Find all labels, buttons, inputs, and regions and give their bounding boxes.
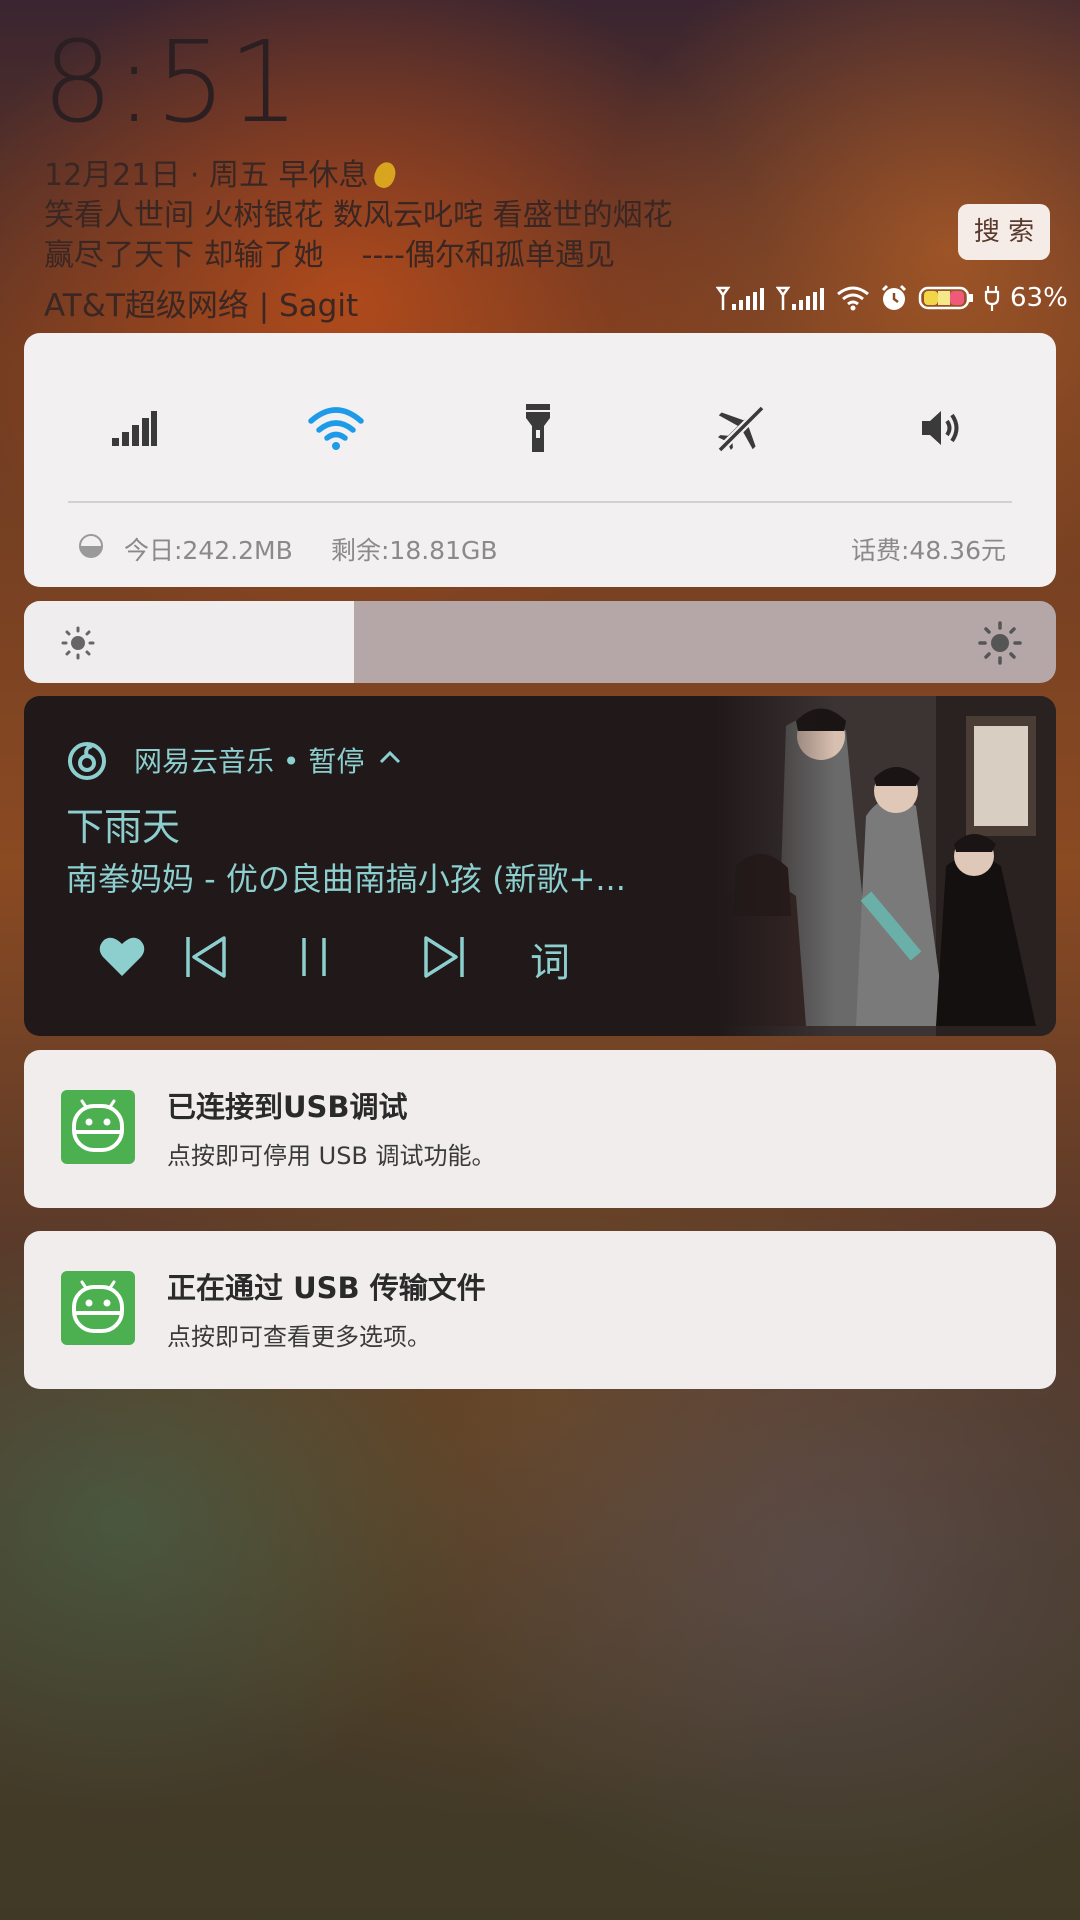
speaker-icon bbox=[922, 411, 959, 445]
sound-toggle[interactable] bbox=[902, 388, 982, 468]
quote-line-1: 笑看人世间 火树银花 数风云叱咤 看盛世的烟花 bbox=[44, 198, 673, 233]
divider bbox=[68, 501, 1012, 503]
data-remaining: 剩余:18.81GB bbox=[331, 536, 498, 565]
airplane-mode-toggle[interactable] bbox=[700, 388, 780, 468]
wifi-icon bbox=[837, 286, 869, 311]
data-usage-icon bbox=[79, 534, 103, 558]
notification-title: 已连接到USB调试 bbox=[167, 1090, 408, 1124]
quote-line-2: 赢尽了天下 却输了她 ----偶尔和孤单遇见 bbox=[44, 238, 615, 273]
usb-transfer-notification[interactable]: 正在通过 USB 传输文件 点按即可查看更多选项。 bbox=[24, 1231, 1056, 1389]
android-debug-icon bbox=[61, 1090, 135, 1164]
notification-subtitle: 点按即可停用 USB 调试功能。 bbox=[167, 1142, 496, 1170]
pause-icon[interactable] bbox=[296, 936, 332, 978]
mango-icon bbox=[370, 159, 399, 191]
signal-icon bbox=[716, 286, 764, 310]
lyrics-button[interactable]: 词 bbox=[530, 930, 570, 988]
signal-bars-icon bbox=[112, 411, 157, 446]
song-title: 下雨天 bbox=[66, 805, 181, 849]
music-player-notification[interactable]: 网易云音乐 • 暂停 下雨天 南拳妈妈 - 优の良曲南搞小孩 (新歌+... 词 bbox=[24, 696, 1056, 1036]
date-line: 12月21日 · 周五 早休息 bbox=[44, 150, 399, 194]
battery-icon bbox=[918, 286, 973, 310]
like-heart-icon[interactable] bbox=[98, 934, 146, 978]
mobile-data-toggle[interactable] bbox=[94, 388, 174, 468]
wifi-toggle[interactable] bbox=[296, 388, 376, 468]
next-track-icon[interactable] bbox=[420, 934, 468, 980]
data-today: 今日:242.2MB bbox=[124, 536, 293, 565]
brightness-slider[interactable] bbox=[24, 601, 1056, 683]
notification-title: 正在通过 USB 传输文件 bbox=[167, 1271, 486, 1305]
quick-settings-panel: 今日:242.2MB 剩余:18.81GB 话费:48.36元 bbox=[24, 333, 1056, 587]
carrier-label: AT&T超级网络 | Sagit bbox=[44, 288, 359, 324]
android-usb-icon bbox=[61, 1271, 135, 1345]
song-artist-album: 南拳妈妈 - 优の良曲南搞小孩 (新歌+... bbox=[66, 860, 626, 898]
netease-music-logo-icon bbox=[68, 742, 106, 780]
chevron-up-icon[interactable] bbox=[378, 748, 402, 766]
previous-track-icon[interactable] bbox=[182, 934, 230, 980]
alarm-icon bbox=[881, 284, 907, 310]
quick-toggle-row bbox=[24, 388, 1056, 468]
clock: 8:51 bbox=[42, 18, 302, 148]
wifi-icon bbox=[308, 407, 364, 450]
usb-debug-notification[interactable]: 已连接到USB调试 点按即可停用 USB 调试功能。 bbox=[24, 1050, 1056, 1208]
signal-icon bbox=[776, 286, 824, 310]
airplane-off-icon bbox=[715, 405, 765, 455]
flashlight-icon bbox=[526, 404, 550, 452]
flashlight-toggle[interactable] bbox=[498, 388, 578, 468]
battery-percent: 63% bbox=[1010, 283, 1068, 313]
brightness-high-icon bbox=[978, 621, 1022, 665]
charging-icon bbox=[984, 286, 1000, 311]
phone-balance: 话费:48.36元 bbox=[851, 536, 1006, 565]
data-usage-row[interactable]: 今日:242.2MB 剩余:18.81GB 话费:48.36元 bbox=[24, 529, 1056, 569]
notification-subtitle: 点按即可查看更多选项。 bbox=[167, 1323, 431, 1351]
date-text: 12月21日 · 周五 早休息 bbox=[44, 158, 369, 193]
status-bar: 63% bbox=[716, 278, 1068, 318]
music-app-status: 网易云音乐 • 暂停 bbox=[134, 745, 365, 778]
brightness-low-icon bbox=[61, 626, 95, 660]
search-button[interactable]: 搜 索 bbox=[958, 204, 1050, 260]
album-cover bbox=[716, 696, 1056, 1036]
